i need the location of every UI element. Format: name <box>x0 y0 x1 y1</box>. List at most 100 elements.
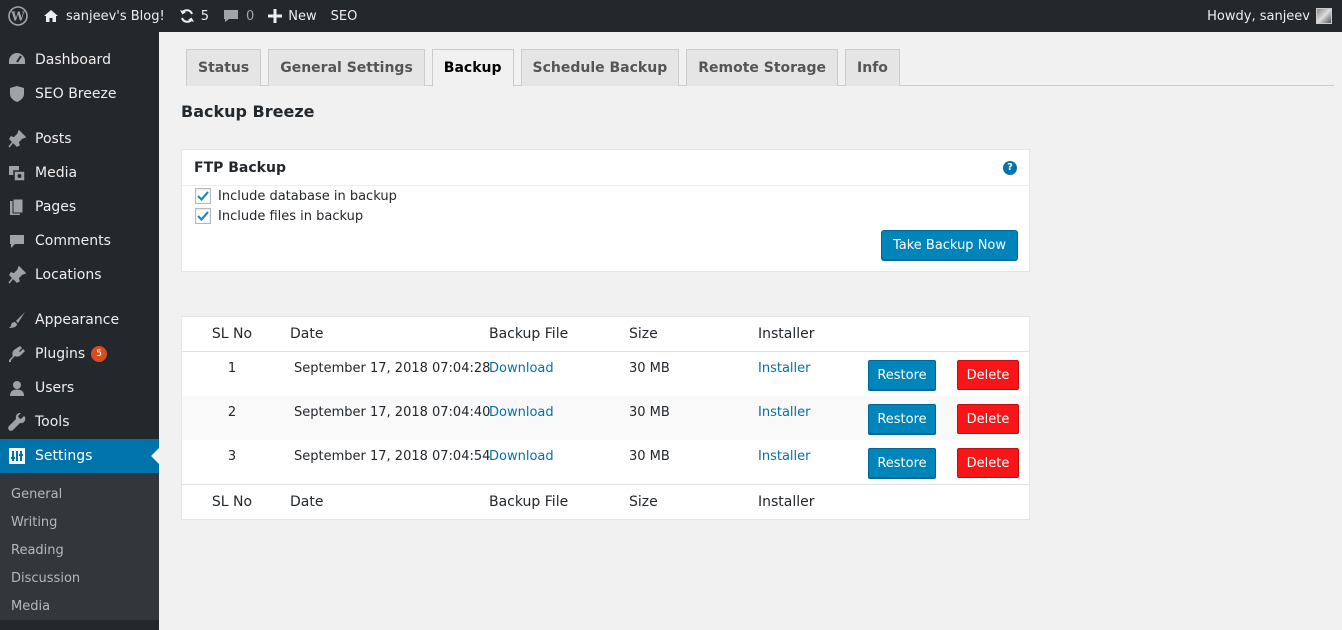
include-files-option[interactable]: Include files in backup <box>182 206 1029 226</box>
page-title: Backup Breeze <box>181 102 315 121</box>
sidebar-item-label: Comments <box>35 233 111 249</box>
wordpress-logo-icon[interactable]: W <box>0 0 36 32</box>
comments-count: 0 <box>246 8 255 24</box>
sidebar-item-label: Plugins <box>35 346 86 362</box>
tab-backup[interactable]: Backup <box>431 49 514 87</box>
seo-menu-link[interactable]: SEO <box>324 0 365 32</box>
sidebar-item-media[interactable]: Media <box>0 156 159 190</box>
download-link[interactable]: Download <box>489 361 554 376</box>
delete-button[interactable]: Delete <box>957 448 1019 478</box>
sidebar-item-seo-breeze[interactable]: SEO Breeze <box>0 77 159 111</box>
backups-table: SL No Date Backup File Size Installer 1 … <box>181 316 1030 520</box>
include-files-checkbox[interactable] <box>195 208 211 224</box>
updates-link[interactable]: 5 <box>172 0 216 32</box>
download-link[interactable]: Download <box>489 405 554 420</box>
sidebar-item-dashboard[interactable]: Dashboard <box>0 43 159 77</box>
row-size: 30 MB <box>629 405 670 420</box>
checkmark-icon <box>197 211 209 222</box>
tab-remote-storage[interactable]: Remote Storage <box>686 49 839 86</box>
sidebar-item-appearance[interactable]: Appearance <box>0 303 159 337</box>
column-footer-size: Size <box>629 494 658 510</box>
pin-icon <box>8 130 26 148</box>
refresh-icon <box>179 9 194 23</box>
restore-button[interactable]: Restore <box>868 404 936 434</box>
include-database-checkbox[interactable] <box>195 188 211 204</box>
installer-link[interactable]: Installer <box>758 449 810 464</box>
settings-submenu: General Writing Reading Discussion Media <box>0 473 159 620</box>
submenu-item-writing[interactable]: Writing <box>0 508 159 536</box>
sidebar-item-posts[interactable]: Posts <box>0 122 159 156</box>
installer-link[interactable]: Installer <box>758 361 810 376</box>
delete-button[interactable]: Delete <box>957 360 1019 390</box>
row-size: 30 MB <box>629 449 670 464</box>
column-header-sl-no: SL No <box>211 326 253 342</box>
comment-icon <box>224 10 238 22</box>
table-footer: SL No Date Backup File Size Installer <box>182 484 1029 519</box>
shield-icon <box>8 85 26 103</box>
submenu-item-reading[interactable]: Reading <box>0 536 159 564</box>
admin-bar: W sanjeev's Blog! 5 0 New SEO Howdy, san… <box>0 0 1342 32</box>
site-name-link[interactable]: sanjeev's Blog! <box>36 0 172 32</box>
table-row: 3 September 17, 2018 07:04:54 Download 3… <box>182 440 1029 484</box>
include-database-option[interactable]: Include database in backup <box>182 186 1029 206</box>
column-header-backup-file: Backup File <box>489 326 569 342</box>
column-footer-backup-file: Backup File <box>489 494 569 510</box>
table-row: 1 September 17, 2018 07:04:28 Download 3… <box>182 352 1029 396</box>
sidebar-item-label: Posts <box>35 131 72 147</box>
comments-link[interactable]: 0 <box>216 0 261 32</box>
howdy-text: Howdy, sanjeev <box>1207 8 1310 24</box>
wrench-icon <box>8 413 26 431</box>
avatar <box>1316 8 1332 24</box>
tab-bar: Status General Settings Backup Schedule … <box>186 49 1334 87</box>
tab-info[interactable]: Info <box>845 49 900 86</box>
user-icon <box>8 379 26 397</box>
pages-icon <box>8 198 26 216</box>
row-sl-no: 2 <box>227 405 237 420</box>
row-sl-no: 3 <box>227 449 237 464</box>
sidebar-item-label: Appearance <box>35 312 120 328</box>
sidebar-item-plugins[interactable]: Plugins 5 <box>0 337 159 371</box>
settings-icon <box>8 447 26 465</box>
sidebar-item-label: Pages <box>35 199 77 215</box>
include-database-label: Include database in backup <box>218 188 397 204</box>
checkmark-icon <box>197 191 209 202</box>
help-icon[interactable]: ? <box>1003 160 1017 175</box>
sidebar-item-label: SEO Breeze <box>35 86 117 102</box>
submenu-item-discussion[interactable]: Discussion <box>0 564 159 592</box>
take-backup-now-button[interactable]: Take Backup Now <box>880 230 1018 260</box>
installer-link[interactable]: Installer <box>758 405 810 420</box>
submenu-item-general[interactable]: General <box>0 480 159 508</box>
row-sl-no: 1 <box>227 361 237 376</box>
seo-label: SEO <box>330 8 358 24</box>
sidebar-item-users[interactable]: Users <box>0 371 159 405</box>
sidebar-item-tools[interactable]: Tools <box>0 405 159 439</box>
delete-button[interactable]: Delete <box>957 404 1019 434</box>
updates-count: 5 <box>200 8 209 24</box>
tab-schedule-backup[interactable]: Schedule Backup <box>520 49 680 86</box>
plus-icon <box>268 9 283 23</box>
restore-button[interactable]: Restore <box>868 448 936 478</box>
tab-status[interactable]: Status <box>186 49 262 86</box>
sidebar-item-comments[interactable]: Comments <box>0 224 159 258</box>
svg-text:W: W <box>10 10 25 24</box>
row-date: September 17, 2018 07:04:28 <box>294 361 491 376</box>
column-footer-date: Date <box>290 494 324 510</box>
new-label: New <box>288 8 317 24</box>
column-header-date: Date <box>290 326 324 342</box>
sidebar-item-locations[interactable]: Locations <box>0 258 159 292</box>
new-content-link[interactable]: New <box>261 0 323 32</box>
plugin-icon <box>8 345 26 363</box>
site-name: sanjeev's Blog! <box>66 8 165 24</box>
column-header-size: Size <box>629 326 658 342</box>
sidebar-item-label: Users <box>35 380 75 396</box>
table-header: SL No Date Backup File Size Installer <box>182 317 1029 352</box>
submenu-item-media[interactable]: Media <box>0 592 159 620</box>
column-footer-sl-no: SL No <box>211 494 253 510</box>
sidebar-item-pages[interactable]: Pages <box>0 190 159 224</box>
account-menu[interactable]: Howdy, sanjeev <box>1200 0 1342 32</box>
restore-button[interactable]: Restore <box>868 360 936 390</box>
download-link[interactable]: Download <box>489 449 554 464</box>
sidebar-item-settings[interactable]: Settings <box>0 439 159 473</box>
tab-general-settings[interactable]: General Settings <box>268 49 425 86</box>
comment-icon <box>8 232 26 250</box>
